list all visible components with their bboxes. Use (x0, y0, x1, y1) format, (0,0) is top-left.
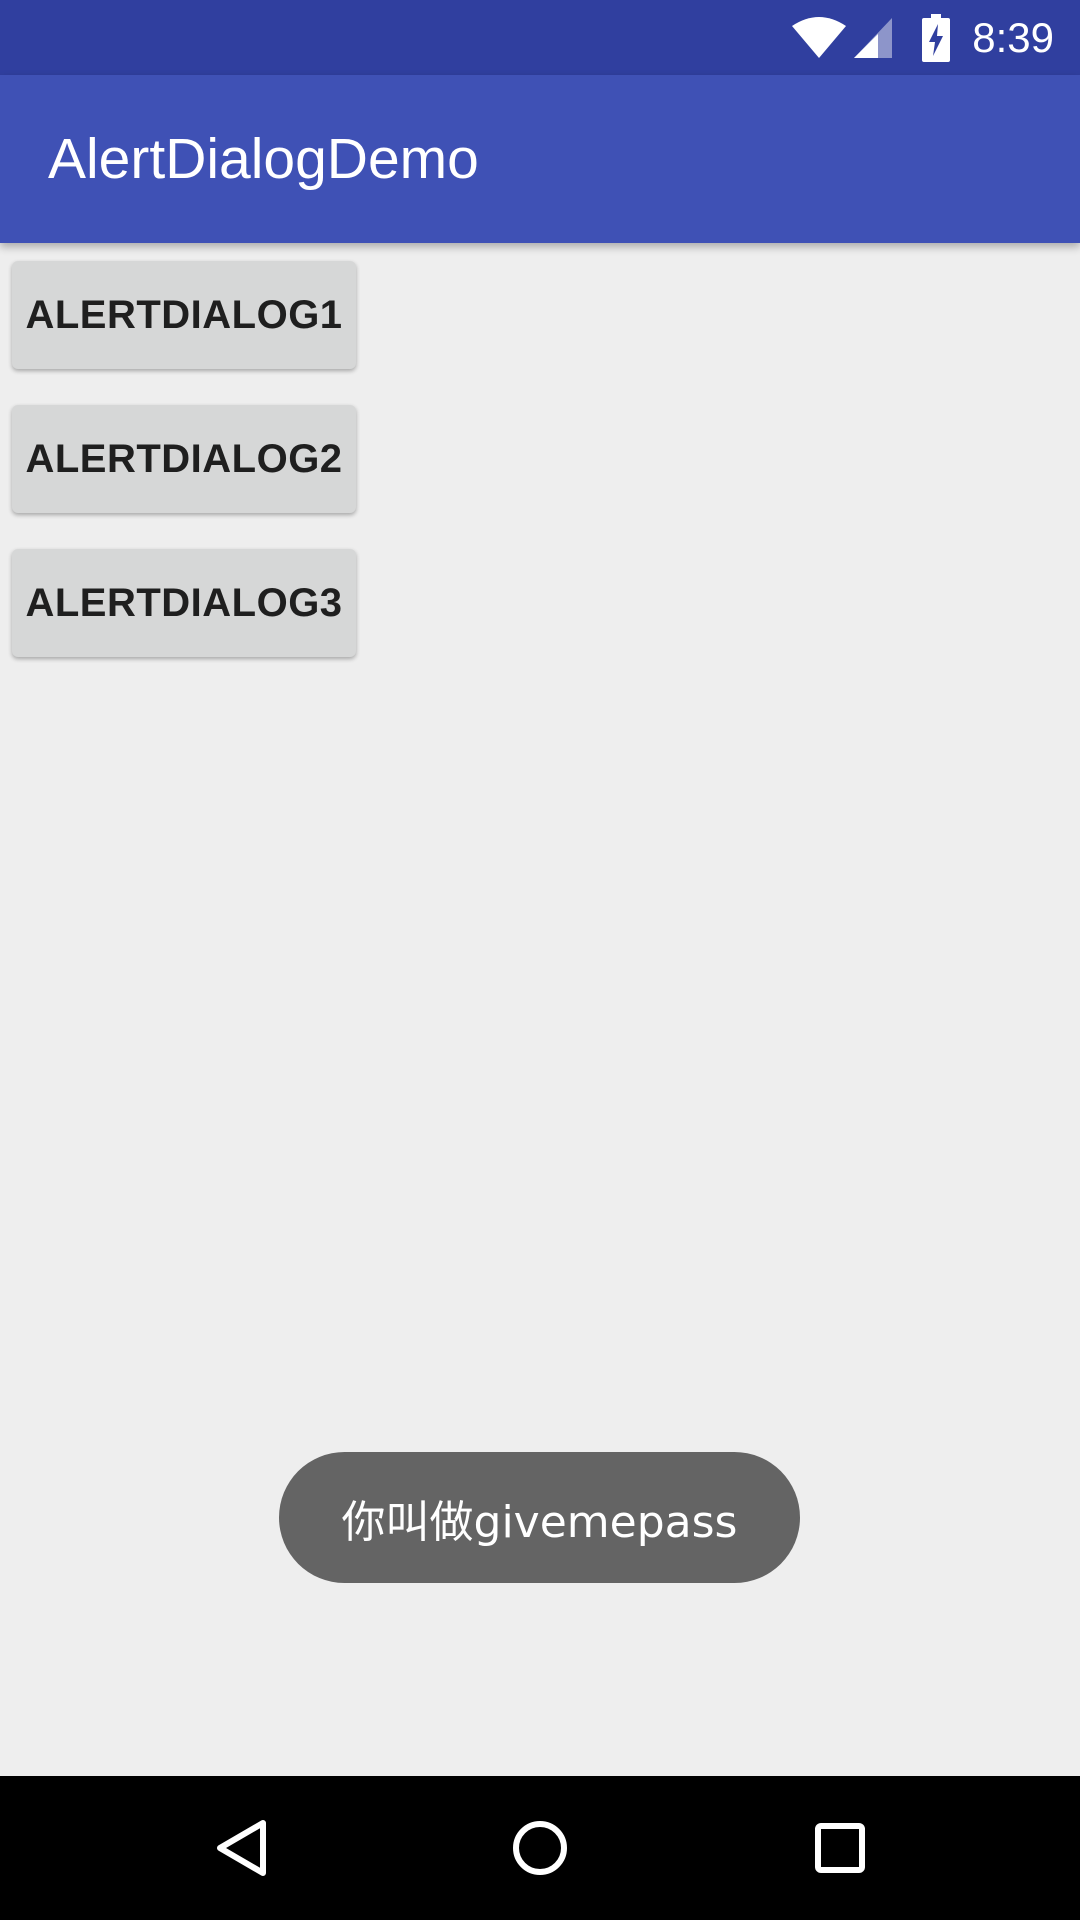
alertdialog1-button[interactable]: ALERTDIALOG1 (12, 261, 356, 369)
back-icon (217, 1820, 266, 1876)
home-icon (513, 1821, 567, 1875)
recents-button[interactable] (760, 1776, 920, 1920)
wifi-icon (792, 16, 847, 58)
status-clock: 8:39 (972, 14, 1054, 61)
alertdialog2-button[interactable]: ALERTDIALOG2 (12, 405, 356, 513)
app-title: AlertDialogDemo (48, 127, 479, 191)
toast-message: 你叫做givemepass (279, 1452, 800, 1583)
home-button[interactable] (460, 1776, 620, 1920)
alertdialog3-button[interactable]: ALERTDIALOG3 (12, 549, 356, 657)
navigation-bar (0, 1776, 1080, 1920)
signal-icon (854, 17, 893, 58)
screen: 8:39 AlertDialogDemo ALERTDIALOG1 ALERTD… (0, 0, 1080, 1920)
app-bar: AlertDialogDemo (0, 75, 1080, 243)
recents-icon (815, 1823, 865, 1873)
battery-charging-icon (922, 13, 951, 62)
status-icons: 8:39 (790, 0, 1054, 75)
status-bar: 8:39 (0, 0, 1080, 75)
back-button[interactable] (161, 1776, 321, 1920)
toast-text: 你叫做givemepass (341, 1496, 738, 1548)
